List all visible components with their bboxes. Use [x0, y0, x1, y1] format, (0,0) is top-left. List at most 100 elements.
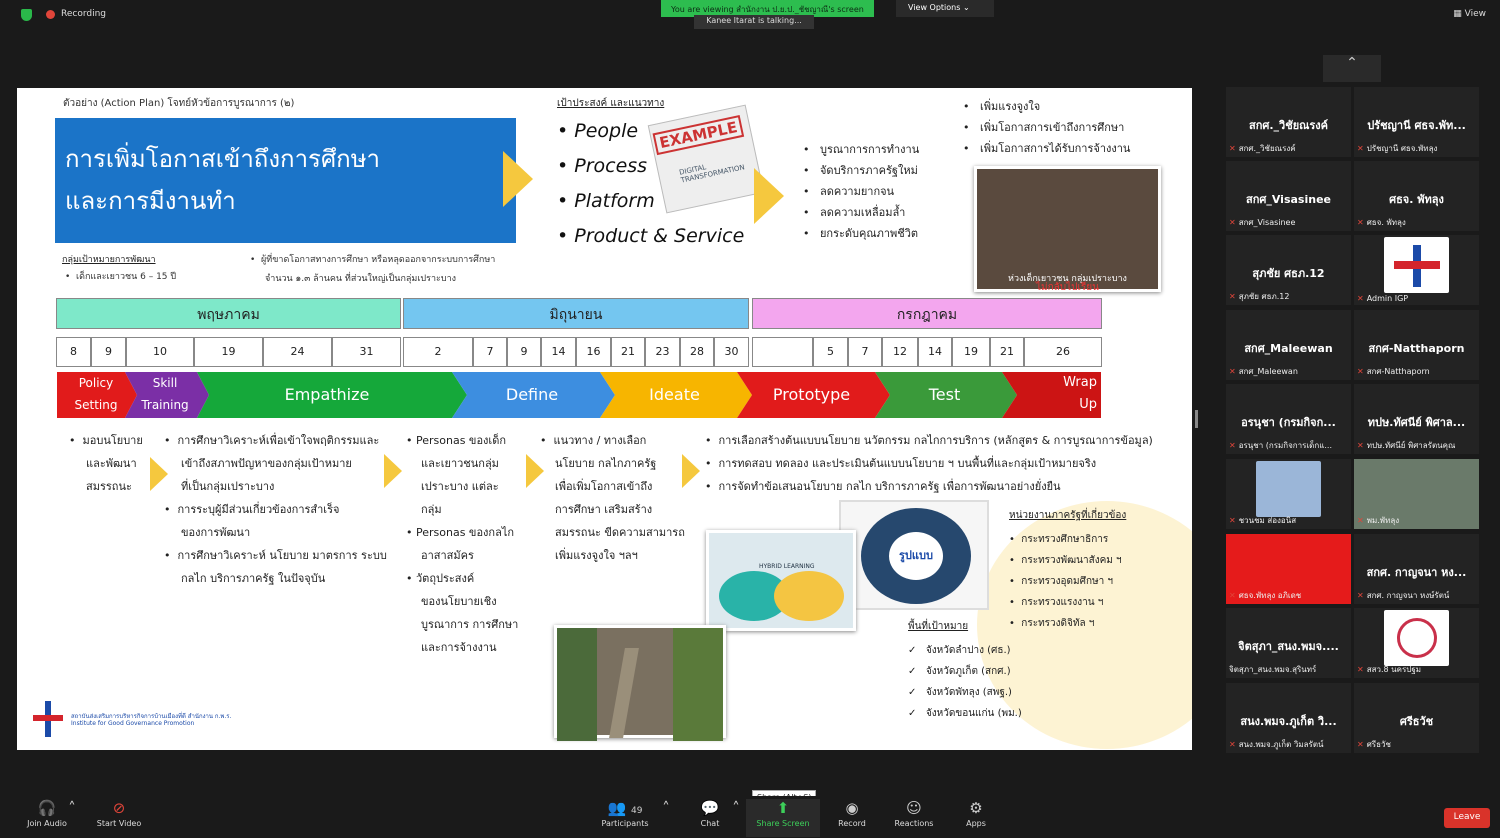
- participant-tile[interactable]: สนง.พมจ.ภูเก็ต วิ... ✕ สนง.พมจ.ภูเก็ต วิมล…: [1226, 683, 1351, 753]
- agency-text: กระทรวงแรงงาน ฯ: [1021, 597, 1104, 608]
- view-options-label: View Options: [908, 3, 961, 12]
- slide-small-heading: ตัวอย่าง (Action Plan) โจทย์หัวข้อการบูร…: [63, 98, 295, 109]
- participants-button[interactable]: 👥 49 Participants: [598, 799, 652, 828]
- participant-tile[interactable]: ✕ สสว.8 นครปฐม: [1354, 608, 1479, 678]
- target-desc-text: จำนวน ๑.๓ ล้านคน ที่ส่วนใหญ่เป็นกลุ่มเปร…: [265, 274, 457, 284]
- chat-button[interactable]: 💬 Chat: [690, 799, 730, 828]
- view-label: View: [1464, 9, 1486, 19]
- main-title-line1: การเพิ่มโอกาสเข้าถึงการศึกษา: [65, 145, 380, 173]
- photo-caption2: ไม่กลับไปเรียน: [1035, 282, 1099, 293]
- day-cell: 19: [194, 337, 263, 367]
- participant-tile[interactable]: ✕ พม.พัทลุง: [1354, 459, 1479, 529]
- participant-label-text: ศรีธวัช: [1366, 740, 1391, 749]
- day-cell: 2: [403, 337, 473, 367]
- check-icon: ✓: [908, 687, 917, 698]
- process-text: สมรรถนะ ขีดความสามารถ: [555, 526, 685, 539]
- collapse-up-button[interactable]: ⌃: [1323, 55, 1381, 82]
- igp-avatar: [1384, 237, 1449, 293]
- participant-tile[interactable]: ✕ Admin IGP: [1354, 235, 1479, 305]
- participant-label: ✕ พม.พัทลุง: [1357, 514, 1399, 527]
- view-options-button[interactable]: View Options ⌄: [896, 0, 994, 17]
- participant-photo: [1256, 461, 1321, 517]
- railway-photo: [554, 625, 726, 741]
- audio-options-button[interactable]: ˄: [66, 799, 78, 819]
- participant-label-text: สกศ._วิชัยณรงค์: [1238, 144, 1296, 153]
- share-screen-button[interactable]: ⬆ Share Screen: [746, 799, 820, 837]
- day-cell: 12: [882, 337, 918, 367]
- mic-muted-icon: ✕: [1357, 144, 1364, 153]
- participant-tile[interactable]: อรนุชา (กรมกิจก... ✕ อรนุชา (กรมกิจการเด็ก…: [1226, 384, 1351, 454]
- participant-label-text: อรนุชา (กรมกิจการเด็กแ...: [1238, 441, 1332, 450]
- list-item-text: เพิ่มโอกาสการได้รับการจ้างงาน: [979, 142, 1131, 155]
- participant-tile[interactable]: ทปษ.ทัศนีย์ พิศาล... ✕ ทปษ.ทัศนีย์ พิศาลรั…: [1354, 384, 1479, 454]
- stage-label: Skill: [152, 376, 178, 390]
- participant-label-text: จิตสุภา_สนง.พมจ.สุรินทร์: [1229, 665, 1317, 674]
- agencies-title: หน่วยงานภาครัฐที่เกี่ยวข้อง: [1009, 510, 1127, 521]
- stage-label: Training: [141, 398, 189, 412]
- chevron-arrow-icon: [384, 454, 402, 488]
- tech-label: HYBRID LEARNING: [759, 563, 815, 570]
- process-line: • แนวทาง / ทางเลือก: [540, 434, 647, 447]
- participant-label: ✕ สสว.8 นครปฐม: [1357, 663, 1421, 676]
- participant-tile[interactable]: ศธจ. พัทลุง ✕ ศธจ. พัทลุง: [1354, 161, 1479, 231]
- mic-muted-icon: ✕: [1229, 292, 1236, 301]
- record-button[interactable]: ◉ Record: [830, 799, 874, 828]
- month-may: พฤษภาคม: [56, 298, 401, 329]
- chevron-up-icon: ⌃: [1346, 55, 1358, 71]
- pp-label: Product & Service: [574, 225, 745, 247]
- join-audio-button[interactable]: 🎧 Join Audio: [22, 799, 72, 828]
- video-off-icon: ⊘: [112, 799, 126, 817]
- area-text: จังหวัดพัทลุง (สพฐ.): [925, 687, 1012, 698]
- chat-label: Chat: [700, 819, 720, 828]
- view-button[interactable]: ▦ View: [1453, 9, 1486, 19]
- day-cell: 24: [263, 337, 332, 367]
- pp-label: Process: [574, 155, 648, 177]
- participant-tile[interactable]: สกศ-Natthaporn ✕ สกศ-Natthaporn: [1354, 310, 1479, 380]
- participants-label: Participants: [601, 819, 649, 828]
- participant-tile[interactable]: ✕ ชวนชม ส่องอนิส: [1226, 459, 1351, 529]
- participant-tile[interactable]: สุภชัย ศธภ.12 ✕ สุภชัย ศธภ.12: [1226, 235, 1351, 305]
- panel-resize-handle[interactable]: [1195, 410, 1198, 428]
- reactions-button[interactable]: ☺ Reactions: [888, 799, 940, 828]
- mic-muted-icon: ✕: [1357, 218, 1364, 227]
- participant-label-text: ปรัชญานี ศธจ.พัทลุง: [1366, 144, 1438, 153]
- integration-list: • บูรณาการการทำงาน • จัดบริการภาครัฐใหม่…: [803, 139, 919, 244]
- area-text: จังหวัดลำปาง (ศธ.): [925, 645, 1011, 656]
- participant-tile[interactable]: สกศ_Maleewan ✕ สกศ_Maleewan: [1226, 310, 1351, 380]
- chat-options-button[interactable]: ˄: [730, 799, 742, 819]
- top-bar: Recording You are viewing สำนักงาน ป.ย.ป…: [0, 0, 1500, 34]
- process-text: วัตถุประสงค์: [416, 572, 475, 585]
- agency-text: กระทรวงอุดมศึกษา ฯ: [1021, 576, 1114, 587]
- participant-tile[interactable]: ปรัชญานี ศธจ.พัท... ✕ ปรัชญานี ศธจ.พัทลุง: [1354, 87, 1479, 157]
- area-item: ✓ จังหวัดขอนแก่น (พม.): [908, 703, 1022, 724]
- apps-button[interactable]: ⚙ Apps: [956, 799, 996, 828]
- leave-button[interactable]: Leave: [1444, 808, 1490, 828]
- participant-tile[interactable]: สกศ._วิชัยณรงค์ ✕ สกศ._วิชัยณรงค์: [1226, 87, 1351, 157]
- headphones-icon: 🎧: [37, 799, 57, 817]
- process-text: เพื่อเพิ่มโอกาสเข้าถึง: [555, 480, 653, 493]
- participant-name: ปรัชญานี ศธจ.พัท...: [1367, 119, 1466, 132]
- mic-muted-icon: ✕: [1229, 144, 1236, 153]
- participant-tile[interactable]: ✕ ศธจ.พัทลุง อภิเดช: [1226, 534, 1351, 604]
- participant-label: ✕ Admin IGP: [1357, 294, 1408, 303]
- mic-muted-icon: ✕: [1229, 367, 1236, 376]
- area-title: พื้นที่เป้าหมาย: [908, 621, 969, 632]
- grid-icon: ▦: [1453, 9, 1462, 19]
- igp-logo-icon: [33, 699, 63, 739]
- start-video-button[interactable]: ⊘ Start Video: [92, 799, 146, 828]
- participant-tile[interactable]: สกศ_Visasinee ✕ สกศ_Visasinee: [1226, 161, 1351, 231]
- process-col1: • มอบนโยบาย และพัฒนา สมรรถนะ: [69, 429, 143, 498]
- process-text: สมรรถนะ: [86, 480, 132, 493]
- security-shield-icon[interactable]: [21, 9, 32, 21]
- process-text: อาสาสมัคร: [421, 549, 474, 562]
- list-item: • เพิ่มโอกาสการเข้าถึงการศึกษา: [963, 121, 1125, 134]
- participant-label: ✕ ศธจ.พัทลุง อภิเดช: [1229, 589, 1301, 602]
- chevron-down-icon: ⌄: [962, 3, 970, 12]
- stage-prototype: Prototype: [772, 385, 851, 404]
- participant-tile[interactable]: ศรีธวัช ✕ ศรีธวัช: [1354, 683, 1479, 753]
- participant-tile[interactable]: สกศ. กาญจนา หง... ✕ สกศ. กาญจนา หงษ์รัตน์: [1354, 534, 1479, 604]
- participants-options-button[interactable]: ˄: [660, 799, 672, 819]
- participant-tile[interactable]: จิตสุภา_สนง.พมจ.... จิตสุภา_สนง.พมจ.สุริน…: [1226, 608, 1351, 678]
- check-icon: ✓: [908, 708, 917, 719]
- day-cell: 14: [541, 337, 576, 367]
